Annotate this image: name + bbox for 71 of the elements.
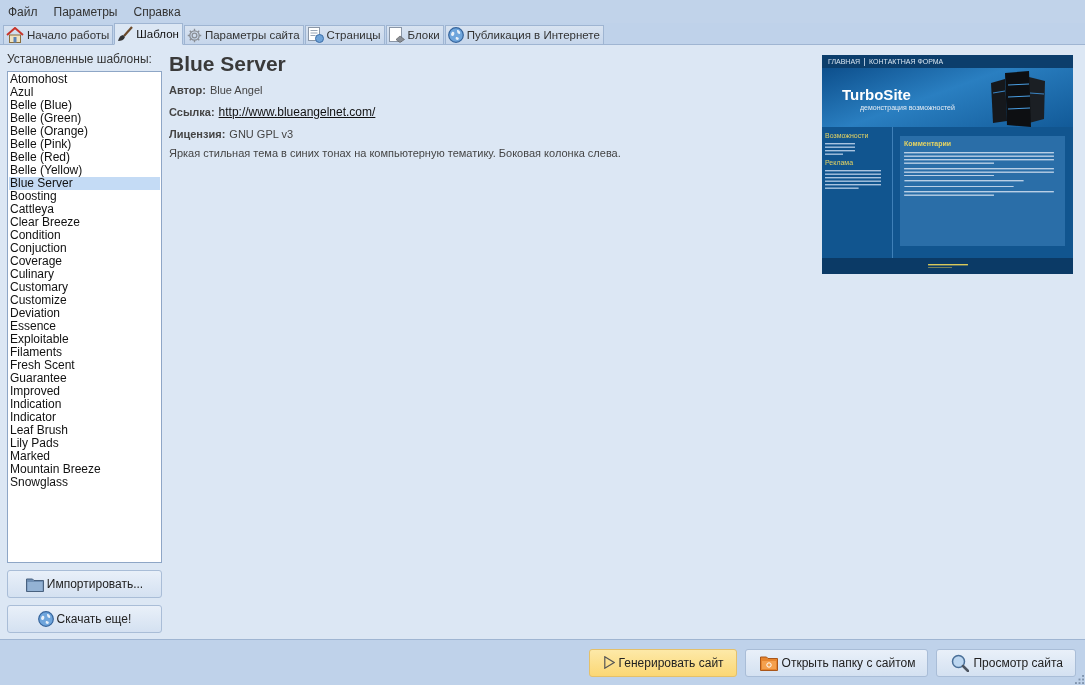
magnifier-icon	[951, 653, 970, 672]
list-item[interactable]: Belle (Green)	[9, 112, 160, 125]
tab[interactable]: Параметры сайта	[183, 25, 304, 44]
field-label: Лицензия:	[169, 128, 226, 141]
list-item[interactable]: Fresh Scent	[9, 359, 160, 372]
menu-item[interactable]: Справка	[125, 1, 189, 22]
tab[interactable]: Публикация в Интернете	[444, 25, 604, 44]
field-label: Ссылка:	[169, 106, 215, 119]
list-item[interactable]: Exploitable	[9, 333, 160, 346]
folder-icon	[25, 576, 44, 592]
play-icon	[603, 656, 615, 669]
list-item[interactable]: Conjuction	[9, 242, 160, 255]
list-item[interactable]: Azul	[9, 86, 160, 99]
generate-button[interactable]: Генерировать сайт	[588, 648, 737, 677]
list-item[interactable]: Customary	[9, 281, 160, 294]
list-item[interactable]: Improved	[9, 385, 160, 398]
page-icon	[388, 27, 405, 43]
field-value: GNU GPL v3	[229, 128, 294, 141]
tab[interactable]: Шаблон	[114, 23, 183, 45]
document-icon	[307, 27, 324, 43]
list-item[interactable]: Belle (Red)	[9, 151, 160, 164]
list-item[interactable]: Coverage	[9, 255, 160, 268]
list-item[interactable]: Indicator	[9, 411, 160, 424]
text-lines-drawing	[825, 169, 881, 189]
list-item[interactable]: Belle (Yellow)	[9, 164, 160, 177]
download-button[interactable]: Скачать еще!	[7, 605, 162, 633]
list-item[interactable]: Culinary	[9, 268, 160, 281]
globe-icon	[37, 611, 54, 627]
text-lines-drawing	[825, 143, 855, 155]
list-item[interactable]: Snowglass	[9, 476, 160, 489]
house-icon	[6, 27, 24, 43]
list-item[interactable]: Deviation	[9, 307, 160, 320]
tab[interactable]: Блоки	[385, 25, 444, 44]
list-item[interactable]: Guarantee	[9, 372, 160, 385]
list-item[interactable]: Condition	[9, 229, 160, 242]
list-item[interactable]: Mountain Breeze	[9, 463, 160, 476]
list-item[interactable]: Marked	[9, 450, 160, 463]
list-item[interactable]: Indication	[9, 398, 160, 411]
text-lines-drawing	[927, 263, 968, 269]
list-item[interactable]: Customize	[9, 294, 160, 307]
folder-icon	[759, 654, 778, 671]
list-item[interactable]: Essence	[9, 320, 160, 333]
field-value: Blue Angel	[209, 84, 263, 97]
resize-grip-icon	[1075, 675, 1084, 684]
preview-logo: TurboSite	[842, 87, 911, 103]
tab[interactable]: Страницы	[304, 25, 385, 44]
list-item[interactable]: Belle (Pink)	[9, 138, 160, 151]
open-folder-button[interactable]: Открыть папку с сайтом	[744, 648, 929, 677]
list-item[interactable]: Belle (Blue)	[9, 99, 160, 112]
menu-item[interactable]: Параметры	[45, 1, 126, 22]
template-title: Blue Server	[169, 51, 287, 77]
menu-item[interactable]: Файл	[0, 1, 46, 22]
list-item[interactable]: Belle (Orange)	[9, 125, 160, 138]
list-item[interactable]: Blue Server	[9, 177, 160, 190]
preview-button[interactable]: Просмотр сайта	[936, 648, 1076, 677]
list-item[interactable]: Atomohost	[9, 73, 160, 86]
list-item[interactable]: Leaf Brush	[9, 424, 160, 437]
paintbrush-icon	[117, 26, 134, 42]
list-item[interactable]: Lily Pads	[9, 437, 160, 450]
list-label: Установленные шаблоны:	[7, 52, 153, 66]
website-link[interactable]: http://www.blueangelnet.com/	[218, 106, 376, 119]
field-label: Автор:	[169, 84, 206, 97]
list-item[interactable]: Boosting	[9, 190, 160, 203]
template-description: Яркая стильная тема в синих тонах на компьютерную тематику. Боковая колонка слева.	[169, 147, 622, 160]
tab[interactable]: Начало работы	[3, 25, 114, 44]
list-item[interactable]: Clear Breeze	[9, 216, 160, 229]
server-rack-drawing	[991, 71, 1045, 127]
gear-icon	[186, 27, 202, 43]
list-item[interactable]: Filaments	[9, 346, 160, 359]
list-item[interactable]: Cattleya	[9, 203, 160, 216]
import-button[interactable]: Импортировать...	[7, 570, 162, 598]
